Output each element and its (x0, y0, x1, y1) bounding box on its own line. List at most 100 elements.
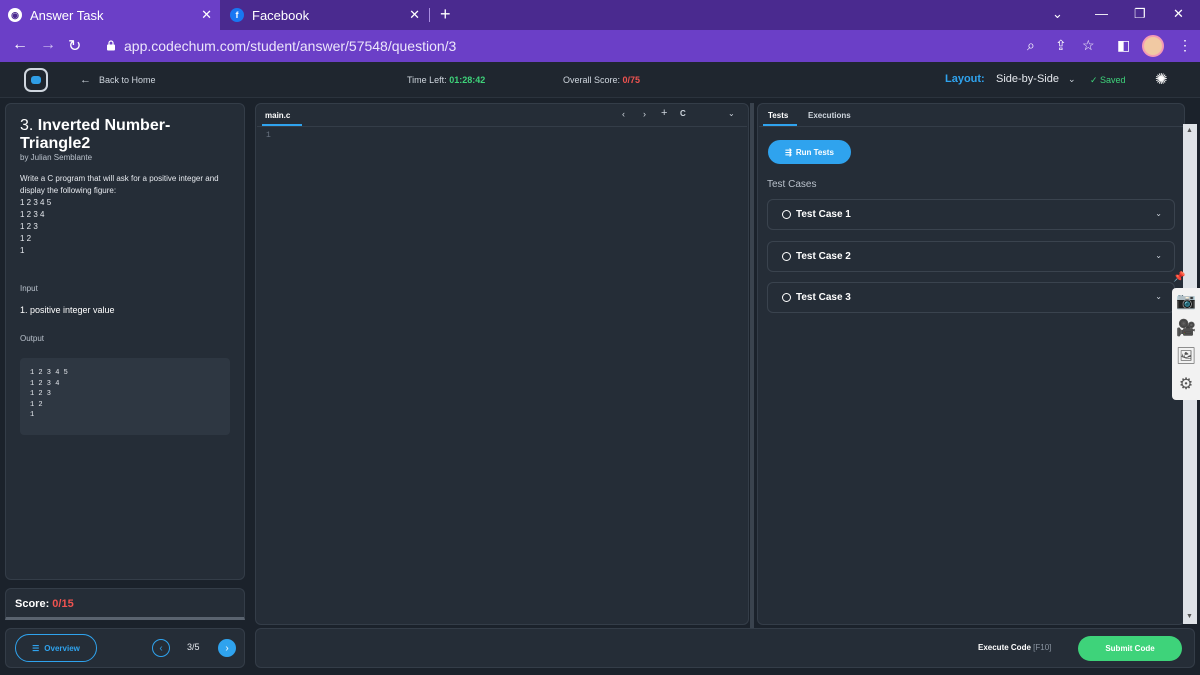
execute-shortcut: [F10] (1033, 643, 1052, 652)
chevron-left-icon[interactable]: ‹ (622, 109, 625, 119)
time-left: Time Left: 01:28:42 (407, 75, 485, 85)
line-number: 1 (266, 131, 271, 140)
chevron-down-icon: ⌄ (1155, 251, 1162, 260)
editor-file-tab[interactable]: main.c (265, 111, 290, 120)
browser-tab-bar: ◉ Answer Task ✕ f Facebook ✕ + ⌄ — ❐ ✕ (0, 0, 1200, 30)
status-circle-icon (782, 252, 791, 261)
lock-icon (107, 40, 115, 51)
gallery-icon[interactable]: 🖼 (1176, 346, 1196, 366)
score-value: 0/15 (52, 598, 74, 610)
pin-icon[interactable]: 📌 (1173, 272, 1185, 284)
browser-menu-icon[interactable]: ⋮ (1178, 37, 1192, 54)
tab-separator (429, 8, 430, 22)
language-select[interactable]: C (680, 109, 686, 118)
next-question-button[interactable]: › (218, 639, 236, 657)
chevron-down-icon: ⌄ (1155, 292, 1162, 301)
add-file-icon[interactable]: + (661, 107, 667, 119)
test-case-label: Test Case 2 (796, 251, 851, 262)
execute-code-button[interactable]: Execute Code [F10] (978, 643, 1051, 652)
time-left-value: 01:28:42 (449, 75, 486, 85)
restore-icon[interactable]: ❐ (1134, 6, 1146, 22)
avatar[interactable] (1142, 35, 1164, 57)
problem-panel: 3. Inverted Number-Triangle2 by Julian S… (5, 103, 245, 580)
overview-button[interactable]: ☰ Overview (15, 634, 97, 662)
address-bar: ← → ↻ app.codechum.com/student/answer/57… (0, 30, 1200, 62)
back-to-home-link[interactable]: ← Back to Home (80, 74, 156, 86)
run-icon: ⇶ (785, 147, 792, 157)
tab-executions[interactable]: Executions (808, 111, 851, 120)
chevron-right-icon[interactable]: › (643, 109, 646, 119)
output-heading: Output (20, 334, 45, 343)
url-field[interactable]: app.codechum.com/student/answer/57548/qu… (124, 38, 456, 54)
saved-status: ✓ Saved (1090, 75, 1126, 86)
side-panel-icon[interactable]: ◧ (1117, 37, 1130, 54)
codechum-logo[interactable] (24, 68, 48, 92)
previous-question-button[interactable]: ‹ (152, 639, 170, 657)
test-case-2[interactable]: Test Case 2 ⌄ (767, 241, 1175, 272)
test-case-label: Test Case 1 (796, 209, 851, 220)
scroll-up-icon[interactable]: ▲ (1186, 127, 1193, 134)
test-case-3[interactable]: Test Case 3 ⌄ (767, 282, 1175, 313)
camera-icon[interactable]: 📷 (1176, 291, 1196, 311)
execute-label: Execute Code (978, 643, 1031, 652)
back-arrow-icon[interactable]: ← (12, 36, 28, 54)
input-item: 1. positive integer value (20, 305, 115, 315)
new-tab-icon[interactable]: + (440, 4, 451, 25)
chevron-down-icon[interactable]: ⌄ (728, 109, 735, 118)
figure-line: 1 2 3 (20, 222, 38, 231)
figure-line: 1 2 3 4 5 (20, 198, 52, 207)
list-icon: ☰ (32, 643, 40, 653)
input-heading: Input (20, 284, 38, 293)
layout-select[interactable]: Side-by-Side (996, 73, 1059, 85)
overall-score-label: Overall Score: (563, 75, 623, 85)
tab-title: Facebook (252, 7, 310, 23)
test-case-label: Test Case 3 (796, 292, 851, 303)
window-close-icon[interactable]: ✕ (1173, 6, 1184, 22)
score-label: Score: (15, 598, 53, 610)
question-navigation: ☰ Overview ‹ 3/5 › (5, 628, 245, 668)
output-line: 1 2 3 (30, 390, 52, 398)
reload-icon[interactable]: ↻ (68, 36, 81, 56)
status-circle-icon (782, 293, 791, 302)
problem-title: Inverted Number-Triangle2 (20, 117, 171, 152)
gear-icon[interactable]: ⚙ (1176, 374, 1196, 394)
minimize-icon[interactable]: — (1095, 6, 1108, 21)
page-title: 3. Inverted Number-Triangle2 (20, 117, 235, 153)
forward-arrow-icon[interactable]: → (40, 36, 56, 54)
problem-number: 3. (20, 117, 34, 134)
problem-figure: 1 2 3 4 5 1 2 3 4 1 2 3 1 2 1 (20, 197, 51, 257)
time-left-label: Time Left: (407, 75, 450, 85)
figure-line: 1 2 (20, 234, 32, 243)
overview-label: Overview (44, 643, 80, 653)
facebook-icon: f (230, 8, 244, 22)
share-icon[interactable]: ⇪ (1055, 37, 1067, 54)
scroll-down-icon[interactable]: ▼ (1186, 613, 1193, 620)
test-case-1[interactable]: Test Case 1 ⌄ (767, 199, 1175, 230)
output-line: 1 2 3 4 5 (30, 369, 68, 377)
run-tests-button[interactable]: ⇶ Run Tests (768, 140, 851, 164)
tab-answer-task[interactable]: ◉ Answer Task ✕ (0, 0, 220, 30)
video-camera-icon[interactable]: 🎥 (1176, 318, 1196, 338)
tab-facebook[interactable]: f Facebook ✕ (222, 0, 428, 30)
chevron-down-icon[interactable]: ⌄ (1068, 74, 1076, 85)
saved-label: Saved (1100, 75, 1126, 85)
resize-handle[interactable] (750, 103, 754, 628)
close-tab-icon[interactable]: ✕ (201, 7, 212, 23)
output-line: 1 2 (30, 400, 43, 409)
question-pager: 3/5 (187, 642, 200, 652)
tab-search-icon[interactable]: ⌄ (1052, 6, 1063, 22)
score: Score: 0/15 (15, 598, 74, 610)
tab-tests[interactable]: Tests (768, 111, 788, 120)
submit-code-button[interactable]: Submit Code (1078, 636, 1182, 661)
test-cases-heading: Test Cases (767, 179, 817, 190)
arrow-left-icon: ← (80, 74, 91, 86)
overall-score: Overall Score: 0/75 (563, 75, 640, 85)
status-circle-icon (782, 210, 791, 219)
output-line: 1 (30, 411, 35, 419)
close-tab-icon[interactable]: ✕ (409, 7, 420, 23)
bookmark-star-icon[interactable]: ☆ (1082, 37, 1095, 54)
chevron-down-icon: ⌄ (1155, 209, 1162, 218)
zoom-icon[interactable]: ⌕ (1027, 37, 1035, 54)
theme-toggle-sun-icon[interactable]: ✺ (1155, 70, 1168, 88)
figure-line: 1 (20, 246, 25, 255)
